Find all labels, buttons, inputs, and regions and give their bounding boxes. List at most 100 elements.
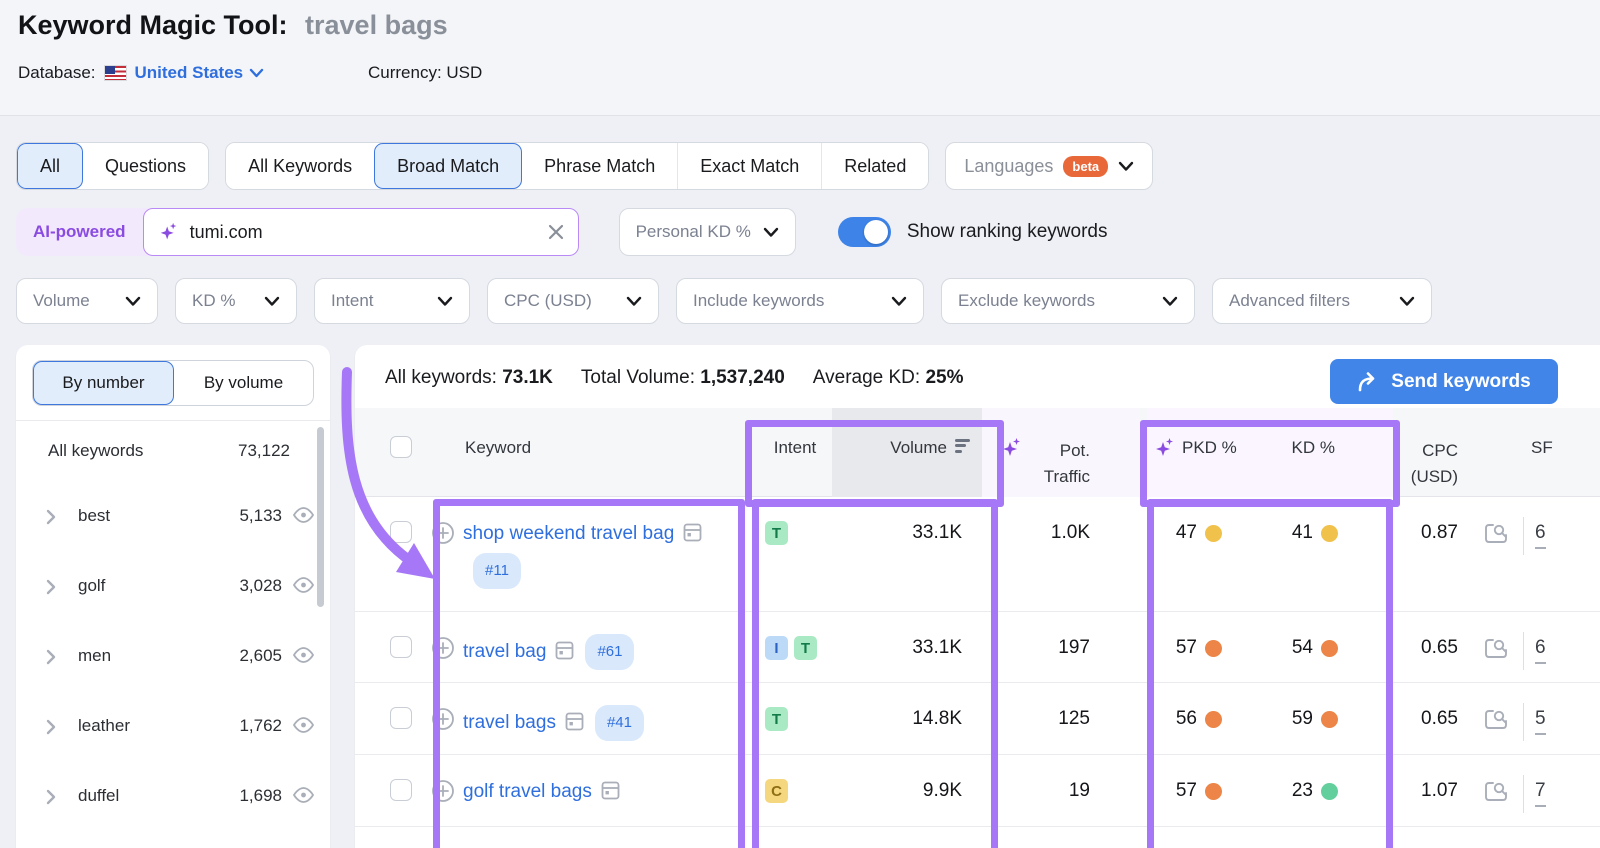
serp-preview-icon[interactable] — [1483, 522, 1510, 551]
group-label: leather — [78, 716, 130, 736]
serp-features-icon[interactable] — [564, 711, 585, 742]
search-input[interactable]: tumi.com — [143, 208, 579, 256]
sparkle-icon — [158, 221, 180, 243]
column-header-cpc[interactable]: CPC(USD) — [1373, 438, 1458, 490]
keyword-link[interactable]: travel bags — [463, 712, 556, 733]
personal-kd-dropdown[interactable]: Personal KD % — [619, 208, 796, 256]
database-value[interactable]: United States — [135, 63, 244, 83]
column-header-keyword[interactable]: Keyword — [465, 438, 531, 458]
row-checkbox[interactable] — [390, 636, 412, 658]
tab-all-keywords[interactable]: All Keywords — [226, 143, 374, 189]
eye-icon[interactable] — [291, 645, 316, 670]
tab-phrase-match[interactable]: Phrase Match — [522, 143, 677, 189]
keyword-groups-sidebar: By number By volume All keywords 73,122 … — [16, 345, 330, 848]
plus-circle-icon[interactable] — [431, 636, 455, 665]
serp-preview-icon[interactable] — [1483, 708, 1510, 737]
send-keywords-button[interactable]: Send keywords — [1330, 359, 1558, 404]
chevron-right-icon[interactable] — [46, 649, 56, 670]
chevron-right-icon[interactable] — [46, 509, 56, 530]
sidebar-item-duffel[interactable]: duffel 1,698 — [16, 763, 330, 833]
stat-value: 25% — [925, 367, 963, 388]
database-label: Database: — [18, 63, 96, 83]
intent-badge[interactable]: T — [765, 521, 788, 545]
kd-dot — [1321, 525, 1338, 542]
ranking-position-badge[interactable]: #61 — [585, 634, 634, 670]
row-checkbox[interactable] — [390, 521, 412, 543]
eye-icon[interactable] — [291, 505, 316, 530]
sf-value[interactable]: 7 — [1535, 780, 1546, 807]
cpc-filter[interactable]: CPC (USD) — [487, 278, 659, 324]
column-header-pot-traffic[interactable]: Pot.Traffic — [995, 438, 1090, 490]
all-keywords-row[interactable]: All keywords 73,122 — [16, 423, 330, 479]
advanced-filters[interactable]: Advanced filters — [1212, 278, 1432, 324]
keyword-link[interactable]: travel bag — [463, 641, 546, 662]
column-header-intent[interactable]: Intent — [760, 438, 830, 458]
clear-search-icon[interactable] — [548, 224, 564, 240]
tab-broad-match[interactable]: Broad Match — [374, 143, 522, 189]
intent-filter[interactable]: Intent — [314, 278, 470, 324]
table-header: Keyword Intent Volume Pot.Traffic PKD % … — [355, 408, 1600, 497]
sidebar-item-leather[interactable]: leather 1,762 — [16, 693, 330, 763]
row-checkbox[interactable] — [390, 779, 412, 801]
intent-badge[interactable]: C — [765, 779, 788, 803]
plus-circle-icon[interactable] — [431, 779, 455, 808]
tab-exact-match[interactable]: Exact Match — [677, 143, 821, 189]
plus-circle-icon[interactable] — [431, 707, 455, 736]
volume-filter[interactable]: Volume — [16, 278, 158, 324]
select-all-checkbox[interactable] — [390, 436, 412, 458]
sidebar-scrollbar[interactable] — [317, 427, 324, 607]
intent-badge[interactable]: I — [765, 636, 788, 660]
keyword-link[interactable]: shop weekend travel bag — [463, 523, 674, 544]
chevron-down-icon — [437, 295, 453, 307]
kd-filter[interactable]: KD % — [175, 278, 297, 324]
column-header-pkd[interactable]: PKD % — [1182, 438, 1237, 458]
tab-questions[interactable]: Questions — [83, 143, 208, 189]
cell-divider — [1523, 703, 1524, 741]
keyword-link[interactable]: golf travel bags — [463, 781, 592, 802]
chevron-right-icon[interactable] — [46, 579, 56, 600]
pkd-dot — [1205, 783, 1222, 800]
pkd-dot — [1205, 711, 1222, 728]
plus-circle-icon[interactable] — [431, 521, 455, 550]
ranking-position-badge[interactable]: #41 — [595, 705, 644, 741]
serp-preview-icon[interactable] — [1483, 780, 1510, 809]
serp-preview-icon[interactable] — [1483, 637, 1510, 666]
pot-line2: Traffic — [1044, 467, 1090, 486]
eye-icon[interactable] — [291, 715, 316, 740]
exclude-keywords-filter[interactable]: Exclude keywords — [941, 278, 1195, 324]
serp-features-icon[interactable] — [600, 780, 621, 811]
show-ranking-keywords-toggle[interactable] — [838, 217, 891, 247]
serp-features-icon[interactable] — [682, 522, 703, 553]
ranking-position-badge[interactable]: #11 — [473, 553, 521, 589]
serp-features-icon[interactable] — [554, 640, 575, 671]
sf-value[interactable]: 6 — [1535, 522, 1546, 549]
row-checkbox[interactable] — [390, 707, 412, 729]
languages-dropdown[interactable]: Languages beta — [945, 142, 1153, 190]
column-header-volume[interactable]: Volume — [832, 438, 970, 458]
sidebar-item-men[interactable]: men 2,605 — [16, 623, 330, 693]
tab-all[interactable]: All — [17, 143, 83, 189]
kd-dot — [1321, 640, 1338, 657]
chevron-right-icon[interactable] — [46, 719, 56, 740]
eye-icon[interactable] — [291, 575, 316, 600]
eye-icon[interactable] — [291, 785, 316, 810]
sf-value[interactable]: 5 — [1535, 708, 1546, 735]
sidebar-item-golf[interactable]: golf 3,028 — [16, 553, 330, 623]
chevron-down-icon — [1118, 160, 1134, 172]
stat-label: Average KD: — [813, 367, 920, 388]
pkd-value: 47 — [1117, 522, 1197, 544]
by-volume-button[interactable]: By volume — [174, 361, 313, 405]
intent-badge[interactable]: T — [765, 707, 788, 731]
column-header-sf[interactable]: SF — [1531, 438, 1553, 458]
seed-keyword: travel bags — [305, 10, 448, 40]
tab-related[interactable]: Related — [821, 143, 928, 189]
column-header-kd[interactable]: KD % — [1277, 438, 1335, 458]
include-keywords-filter[interactable]: Include keywords — [676, 278, 924, 324]
sidebar-item-best[interactable]: best 5,133 — [16, 483, 330, 553]
chevron-down-icon — [125, 295, 141, 307]
sf-value[interactable]: 6 — [1535, 637, 1546, 664]
by-number-button[interactable]: By number — [33, 361, 174, 405]
search-input-value[interactable]: tumi.com — [190, 222, 548, 243]
database-selector[interactable]: Database: United States — [18, 63, 264, 83]
chevron-right-icon[interactable] — [46, 789, 56, 810]
